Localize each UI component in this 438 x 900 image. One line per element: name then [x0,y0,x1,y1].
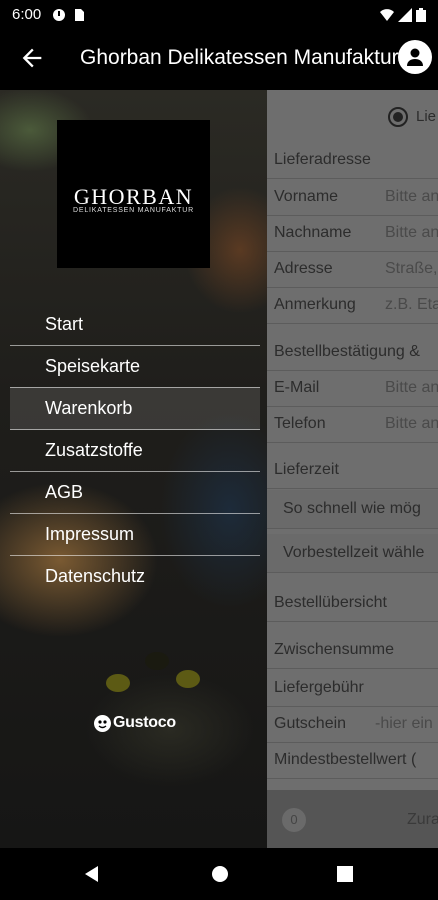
section-delivery-address: Lieferadresse [267,142,438,179]
notification-icon [53,9,65,21]
delivery-time-preorder[interactable]: Vorbestellzeit wähle [267,534,438,573]
nav-recents-icon[interactable] [336,865,354,883]
nav-back-icon[interactable] [82,864,102,884]
delivery-time-asap[interactable]: So schnell wie mög [267,490,438,529]
account-button[interactable] [398,40,432,74]
drawer-item-speisekarte[interactable]: Speisekarte [10,345,260,388]
back-arrow-icon[interactable] [18,44,46,72]
status-time: 6:00 [12,6,42,23]
checkout-form: Lieferadresse Vorname Bitte an Nachname … [267,90,438,848]
app-bar: Ghorban Delikatessen Manufaktur [0,32,438,86]
field-vorname[interactable]: Vorname Bitte an [267,179,438,216]
drawer-item-datenschutz[interactable]: Datenschutz [10,555,260,597]
olive-decoration [145,652,169,670]
summary-delivery-fee: Liefergebühr [267,670,438,707]
status-bar: 6:00 [0,0,438,32]
field-anmerkung[interactable]: Anmerkung z.B. Eta [267,287,438,324]
drawer-item-agb[interactable]: AGB [10,471,260,514]
summary-minimum-order: Mindestbestellwert ( [267,742,438,779]
wifi-icon [380,9,394,21]
user-icon [407,48,423,66]
field-adresse[interactable]: Adresse Straße, [267,251,438,288]
gustoco-logo-icon [94,715,111,732]
olive-decoration [176,670,200,688]
page-title: Ghorban Delikatessen Manufaktur [80,46,399,69]
summary-subtotal: Zwischensumme [267,632,438,669]
battery-icon [416,8,426,22]
sd-card-icon [75,9,84,21]
olive-decoration [106,674,130,692]
field-email[interactable]: E-Mail Bitte an [267,370,438,407]
cart-count-badge: 0 [282,808,306,832]
section-confirmation: Bestellbestätigung & [267,334,438,371]
navigation-drawer: GHORBAN DELIKATESSEN MANUFAKTUR Start Sp… [0,90,267,848]
section-delivery-time: Lieferzeit [267,452,438,489]
field-telefon[interactable]: Telefon Bitte an [267,406,438,443]
field-nachname[interactable]: Nachname Bitte an [267,215,438,252]
checkout-button-label: Zura [407,811,438,828]
gustoco-brand[interactable]: Gustoco [113,714,176,732]
delivery-radio-label: Lie [416,108,437,125]
drawer-item-start[interactable]: Start [10,303,260,346]
drawer-item-warenkorb[interactable]: Warenkorb [10,387,260,430]
system-navigation-bar [0,848,438,900]
logo-tagline: DELIKATESSEN MANUFAKTUR [73,207,194,214]
brand-logo: GHORBAN DELIKATESSEN MANUFAKTUR [57,120,210,268]
signal-icon [398,8,412,22]
section-order-summary: Bestellübersicht [267,585,438,622]
field-voucher[interactable]: Gutschein -hier ein [267,706,438,743]
delivery-radio[interactable] [388,107,408,127]
drawer-item-zusatzstoffe[interactable]: Zusatzstoffe [10,429,260,472]
nav-home-icon[interactable] [210,864,230,884]
drawer-item-impressum[interactable]: Impressum [10,513,260,556]
